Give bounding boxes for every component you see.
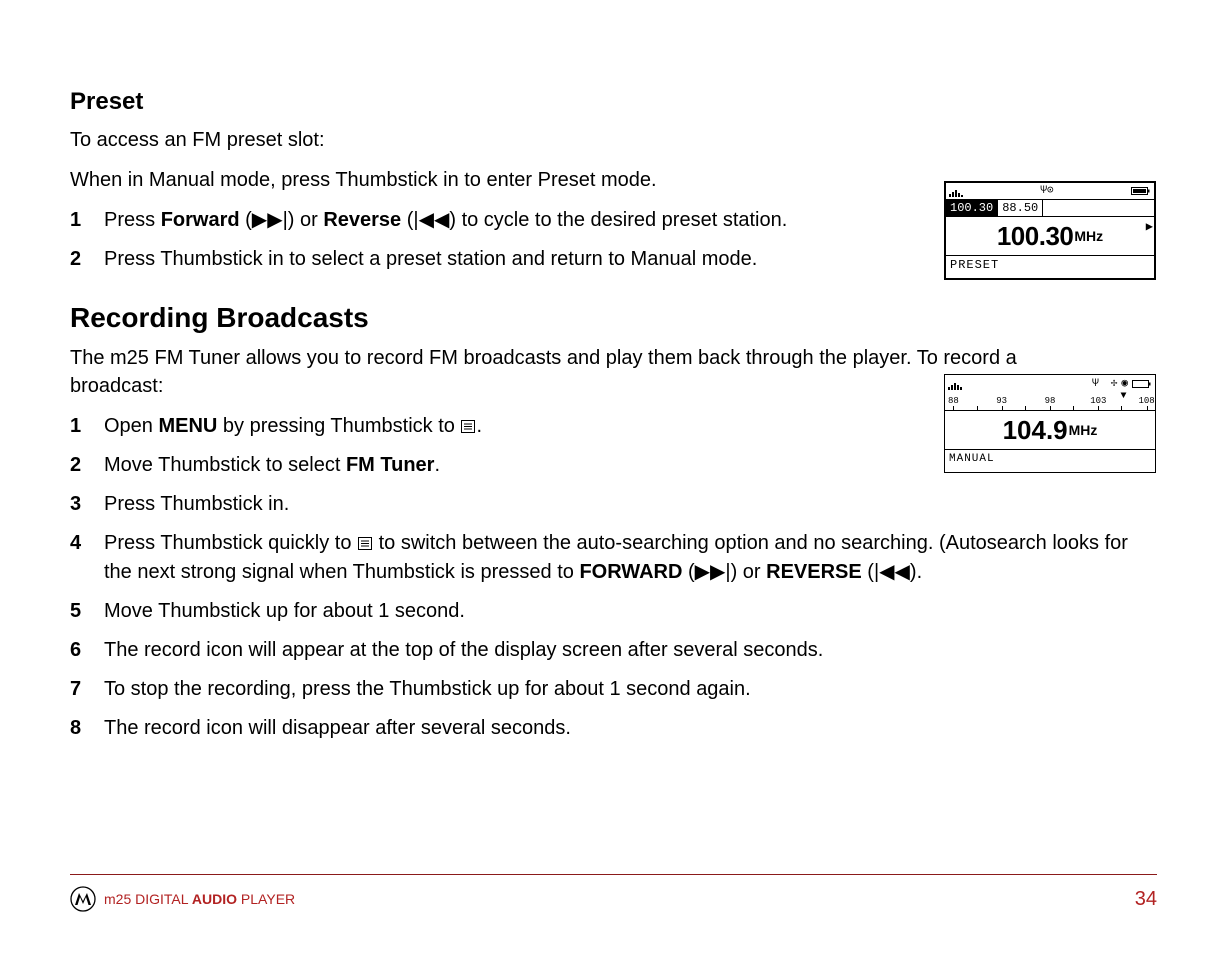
recording-step: 4 Press Thumbstick quickly to to switch … xyxy=(70,529,1157,587)
step-number: 5 xyxy=(70,597,104,626)
dial-marker-icon: ▼ xyxy=(1120,391,1126,402)
recording-step: 6 The record icon will appear at the top… xyxy=(70,636,1157,665)
lcd-manual-screenshot: Ψ ✢ ◉ ▼ 88 93 98 103 108 104.9MHz MANUAL xyxy=(944,374,1156,473)
lcd-mode: PRESET xyxy=(946,255,1154,274)
recording-step: 8 The record icon will disappear after s… xyxy=(70,714,1157,743)
step-number: 4 xyxy=(70,529,104,587)
footer-divider xyxy=(70,874,1157,875)
recording-step: 7 To stop the recording, press the Thumb… xyxy=(70,675,1157,704)
menu-icon xyxy=(461,420,475,433)
lcd-frequency: 100.30 xyxy=(997,221,1074,252)
recording-step: 3 Press Thumbstick in. xyxy=(70,490,1157,519)
preset-heading: Preset xyxy=(70,88,1157,116)
motorola-logo-icon xyxy=(70,886,96,912)
step-number: 2 xyxy=(70,451,104,480)
step-number: 8 xyxy=(70,714,104,743)
page-number: 34 xyxy=(1135,888,1157,911)
frequency-dial: ▼ 88 93 98 103 108 xyxy=(945,393,1155,411)
battery-icon xyxy=(1132,376,1152,394)
lcd-frequency: 104.9 xyxy=(1003,415,1068,446)
step-number: 1 xyxy=(70,412,104,441)
lcd-preset-screenshot: Ψ⊙ 100.30 88.50 ▶ 100.30MHz PRESET xyxy=(944,181,1156,280)
recording-heading: Recording Broadcasts xyxy=(70,302,1157,334)
plus-icon: ✢ xyxy=(1111,379,1118,390)
antenna-icon: Ψ xyxy=(1092,379,1099,390)
step-number: 1 xyxy=(70,206,104,235)
page-footer: m25 DIGITAL AUDIO PLAYER 34 xyxy=(70,886,1157,912)
lcd-mode: MANUAL xyxy=(945,449,1155,468)
lcd-unit: MHz xyxy=(1069,422,1098,438)
battery-icon xyxy=(1131,183,1151,201)
menu-icon xyxy=(358,537,372,550)
step-number: 3 xyxy=(70,490,104,519)
step-number: 7 xyxy=(70,675,104,704)
preset-tab-active: 100.30 xyxy=(946,200,998,216)
preset-intro-1: To access an FM preset slot: xyxy=(70,126,1157,154)
recording-intro: The m25 FM Tuner allows you to record FM… xyxy=(70,344,1020,400)
lcd-unit: MHz xyxy=(1074,228,1103,244)
footer-product: m25 DIGITAL AUDIO PLAYER xyxy=(104,891,295,907)
recording-step: 5 Move Thumbstick up for about 1 second. xyxy=(70,597,1157,626)
arrow-right-icon: ▶ xyxy=(1146,219,1153,234)
record-icon: ◉ xyxy=(1121,379,1128,390)
signal-icon xyxy=(949,187,963,197)
step-number: 2 xyxy=(70,245,104,274)
preset-tab: 88.50 xyxy=(998,200,1043,216)
step-number: 6 xyxy=(70,636,104,665)
antenna-icon: Ψ⊙ xyxy=(1040,186,1053,197)
signal-icon xyxy=(948,380,962,390)
